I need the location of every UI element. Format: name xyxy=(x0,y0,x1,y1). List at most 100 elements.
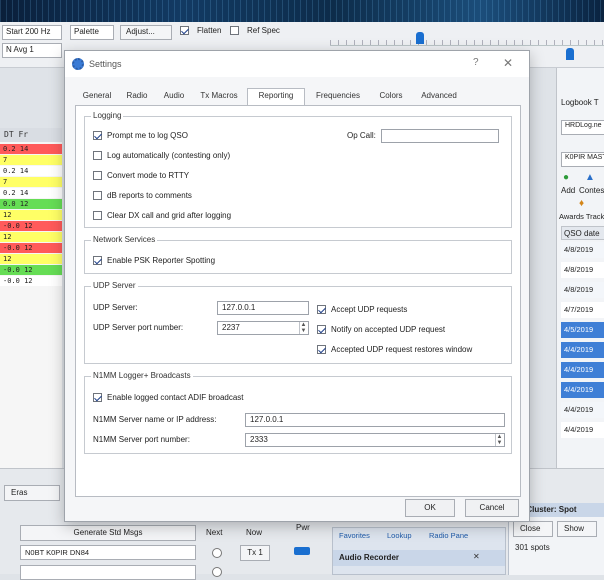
n-avg-spinbox[interactable]: N Avg 1 xyxy=(2,43,62,58)
prompt-log-check-icon xyxy=(93,130,102,140)
master-log-select[interactable]: K0PIR MASTE xyxy=(561,152,604,167)
adjust-button[interactable]: Adjust... xyxy=(120,25,172,40)
clear-dx-label: Clear DX call and grid after logging xyxy=(107,210,232,220)
next-label: Next xyxy=(206,528,223,537)
udp-server-field[interactable]: 127.0.0.1 xyxy=(217,301,309,315)
op-call-field[interactable] xyxy=(381,129,499,143)
lookup-tab[interactable]: Lookup xyxy=(387,531,412,540)
band-activity-row[interactable]: 0.2 14 xyxy=(0,144,62,154)
awards-tracking-button[interactable]: Awards Tracking xyxy=(559,212,604,221)
tx-frequency-marker-icon[interactable] xyxy=(566,48,574,60)
n1mm-server-field[interactable]: 127.0.0.1 xyxy=(245,413,505,427)
add-icon: ● xyxy=(563,172,570,183)
pane-close-icon[interactable]: ✕ xyxy=(473,552,480,561)
tab-frequencies[interactable]: Frequencies xyxy=(307,89,369,105)
db-reports-checkbox[interactable]: dB reports to comments xyxy=(93,189,192,201)
ref-spec-checkbox[interactable]: Ref Spec xyxy=(230,26,280,35)
band-activity-row[interactable]: 12 xyxy=(0,254,62,264)
n1mm-port-label: N1MM Server port number: xyxy=(93,435,190,444)
tx1-message-field[interactable]: N0BT K0PIR DN84 xyxy=(20,545,196,560)
help-icon[interactable]: ? xyxy=(473,57,479,68)
palette-label: Palette xyxy=(70,25,114,40)
erase-button[interactable]: Eras xyxy=(4,485,60,501)
tab-colors[interactable]: Colors xyxy=(371,89,411,105)
n1mm-port-spinbox[interactable]: 2333 ▲ ▼ xyxy=(245,433,505,447)
tab-general[interactable]: General xyxy=(77,89,117,105)
band-activity-row[interactable]: 7 xyxy=(0,155,62,165)
logbook-tab[interactable]: Logbook T xyxy=(561,98,599,107)
convert-rtty-check-icon xyxy=(93,170,102,180)
n1mm-spin-arrows-icon[interactable]: ▲ ▼ xyxy=(495,434,503,446)
ok-button[interactable]: OK xyxy=(405,499,455,517)
log-row[interactable]: 4/5/2019 xyxy=(561,322,604,338)
tab-radio[interactable]: Radio xyxy=(119,89,155,105)
tx2-message-field[interactable] xyxy=(20,565,196,580)
add-button[interactable]: Add xyxy=(561,186,575,195)
log-automatically-checkbox[interactable]: Log automatically (contesting only) xyxy=(93,149,230,161)
psk-reporter-checkbox[interactable]: Enable PSK Reporter Spotting xyxy=(93,254,215,266)
hrd-pane: Favorites Lookup Radio Pane Audio Record… xyxy=(332,527,506,575)
tab-advanced[interactable]: Advanced xyxy=(413,89,465,105)
n1mm-port-value: 2333 xyxy=(250,435,268,444)
next-radio-tx1[interactable] xyxy=(212,548,222,558)
logbook-panel: Logbook T HRDLog.ne K0PIR MASTE ● ▲ Add … xyxy=(556,68,604,468)
hrdlog-select[interactable]: HRDLog.ne xyxy=(561,120,604,135)
band-activity-row[interactable]: -0.0 12 xyxy=(0,221,62,231)
band-activity-row[interactable]: 12 xyxy=(0,210,62,220)
spin-arrows-icon[interactable]: ▲ ▼ xyxy=(299,322,307,334)
band-activity-row[interactable]: -0.0 12 xyxy=(0,265,62,275)
tx1-button[interactable]: Tx 1 xyxy=(240,545,270,561)
restore-window-checkbox[interactable]: Accepted UDP request restores window xyxy=(317,343,472,355)
generate-std-msgs-button[interactable]: Generate Std Msgs xyxy=(20,525,196,541)
close-icon[interactable]: ✕ xyxy=(503,56,513,70)
band-activity-row[interactable]: -0.0 12 xyxy=(0,243,62,253)
log-row[interactable]: 4/4/2019 xyxy=(561,342,604,358)
band-activity-row[interactable]: 12 xyxy=(0,232,62,242)
convert-rtty-checkbox[interactable]: Convert mode to RTTY xyxy=(93,169,189,181)
log-row[interactable]: 4/4/2019 xyxy=(561,382,604,398)
udp-port-spinbox[interactable]: 2237 ▲ ▼ xyxy=(217,321,309,335)
notify-udp-check-icon xyxy=(317,324,326,334)
dialog-titlebar[interactable]: Settings ? ✕ xyxy=(65,51,529,77)
log-row[interactable]: 4/4/2019 xyxy=(561,422,604,438)
log-row[interactable]: 4/8/2019 xyxy=(561,262,604,278)
power-slider-icon[interactable] xyxy=(294,547,310,555)
accept-udp-checkbox[interactable]: Accept UDP requests xyxy=(317,303,407,315)
log-row[interactable]: 4/8/2019 xyxy=(561,242,604,258)
log-row[interactable]: 4/7/2019 xyxy=(561,302,604,318)
band-activity-row[interactable]: 0.2 14 xyxy=(0,188,62,198)
cancel-button[interactable]: Cancel xyxy=(465,499,519,517)
start-frequency-spinbox[interactable]: Start 200 Hz xyxy=(2,25,62,40)
tab-tx-macros[interactable]: Tx Macros xyxy=(193,89,245,105)
log-row[interactable]: 4/8/2019 xyxy=(561,282,604,298)
contest-icon: ▲ xyxy=(585,172,595,183)
radio-pane-tab[interactable]: Radio Pane xyxy=(429,531,468,540)
tab-audio[interactable]: Audio xyxy=(157,89,191,105)
logging-group-title: Logging xyxy=(91,111,124,120)
band-activity-row[interactable]: 0.2 14 xyxy=(0,166,62,176)
settings-gear-icon xyxy=(72,58,84,70)
rx-frequency-marker-icon[interactable] xyxy=(416,32,424,44)
waterfall-display xyxy=(0,0,604,22)
clear-dx-checkbox[interactable]: Clear DX call and grid after logging xyxy=(93,209,231,221)
cluster-show-button[interactable]: Show xyxy=(557,521,597,537)
cluster-close-button[interactable]: Close xyxy=(513,521,553,537)
reporting-tab-pane: Logging Prompt me to log QSO Log automat… xyxy=(75,105,521,497)
restore-window-check-icon xyxy=(317,344,326,354)
favorites-tab[interactable]: Favorites xyxy=(339,531,370,540)
tab-reporting[interactable]: Reporting xyxy=(247,88,305,106)
qso-date-column-header[interactable]: QSO date xyxy=(561,226,604,240)
flatten-checkbox[interactable]: Flatten xyxy=(180,26,221,35)
band-activity-row[interactable]: -0.0 12 xyxy=(0,276,62,286)
log-row[interactable]: 4/4/2019 xyxy=(561,402,604,418)
next-radio-tx2[interactable] xyxy=(212,567,222,577)
udp-port-label: UDP Server port number: xyxy=(93,323,184,332)
band-activity-row[interactable]: 7 xyxy=(0,177,62,187)
prompt-log-checkbox[interactable]: Prompt me to log QSO xyxy=(93,129,188,141)
adif-broadcast-checkbox[interactable]: Enable logged contact ADIF broadcast xyxy=(93,391,244,403)
contest-button[interactable]: Contest xyxy=(579,186,604,195)
prompt-log-label: Prompt me to log QSO xyxy=(107,130,188,140)
band-activity-row[interactable]: 0.0 12 xyxy=(0,199,62,209)
log-row[interactable]: 4/4/2019 xyxy=(561,362,604,378)
notify-udp-checkbox[interactable]: Notify on accepted UDP request xyxy=(317,323,445,335)
